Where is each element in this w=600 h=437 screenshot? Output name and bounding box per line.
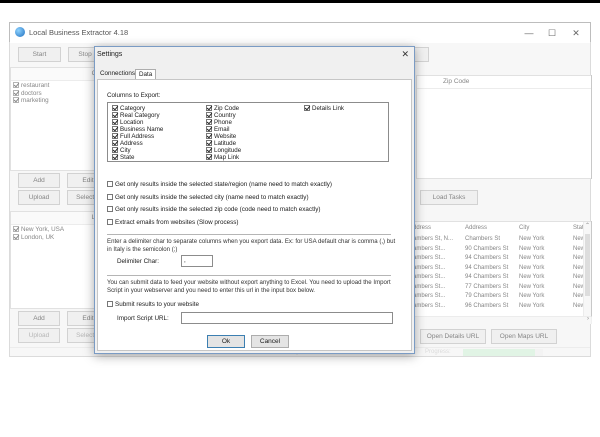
export-column-label: Address bbox=[120, 140, 143, 147]
import-script-url-input[interactable] bbox=[181, 312, 393, 324]
export-column-checkbox[interactable] bbox=[206, 133, 212, 140]
filter-option-label: Extract emails from websites (Slow proce… bbox=[115, 218, 239, 226]
submit-description: You can submit data to feed your website… bbox=[107, 279, 391, 294]
filter-option[interactable]: Get only results inside the selected cit… bbox=[107, 194, 309, 201]
export-column-label: Full Address bbox=[120, 133, 155, 140]
app-title: Local Business Extractor 4.18 bbox=[29, 28, 129, 37]
export-column-option[interactable]: Location bbox=[112, 119, 143, 126]
filter-option-checkbox[interactable] bbox=[107, 181, 113, 188]
export-column-option[interactable]: Business Name bbox=[112, 126, 163, 133]
export-column-checkbox[interactable] bbox=[112, 154, 118, 161]
export-column-option[interactable]: Zip Code bbox=[206, 105, 239, 112]
export-column-option[interactable]: Address bbox=[112, 140, 143, 147]
export-column-label: Zip Code bbox=[214, 105, 240, 112]
filter-option[interactable]: Extract emails from websites (Slow proce… bbox=[107, 219, 239, 226]
export-column-checkbox[interactable] bbox=[112, 140, 118, 147]
delimiter-label: Delimiter Char: bbox=[117, 258, 159, 265]
export-column-option[interactable]: Full Address bbox=[112, 133, 154, 140]
export-column-label: Category bbox=[120, 105, 146, 112]
export-column-checkbox[interactable] bbox=[206, 119, 212, 126]
export-column-checkbox[interactable] bbox=[112, 147, 118, 154]
export-column-label: Longitude bbox=[214, 147, 242, 154]
cancel-button[interactable]: Cancel bbox=[251, 335, 289, 348]
export-column-checkbox[interactable] bbox=[206, 112, 212, 119]
import-script-url-label: Import Script URL: bbox=[117, 315, 169, 322]
export-column-checkbox[interactable] bbox=[206, 140, 212, 147]
export-column-checkbox[interactable] bbox=[112, 126, 118, 133]
separator bbox=[107, 275, 391, 276]
app-globe-icon bbox=[15, 27, 25, 37]
export-column-checkbox[interactable] bbox=[112, 133, 118, 140]
settings-dialog: Settings ✕ Connections Data Columns to E… bbox=[94, 46, 415, 354]
dialog-close-icon[interactable]: ✕ bbox=[401, 49, 409, 60]
export-column-option[interactable]: Map Link bbox=[206, 154, 239, 161]
filter-option[interactable]: Get only results inside the selected zip… bbox=[107, 206, 320, 213]
columns-to-export-label: Columns to Export: bbox=[107, 92, 161, 99]
export-column-checkbox[interactable] bbox=[112, 112, 118, 119]
export-column-option[interactable]: Real Category bbox=[112, 112, 160, 119]
submit-results-option[interactable]: Submit results to your website bbox=[107, 301, 199, 308]
submit-results-checkbox[interactable] bbox=[107, 301, 113, 308]
export-column-option[interactable]: Details Link bbox=[304, 105, 344, 112]
export-column-checkbox[interactable] bbox=[206, 147, 212, 154]
export-column-label: Latitude bbox=[214, 140, 237, 147]
export-column-label: Location bbox=[120, 119, 144, 126]
export-column-checkbox[interactable] bbox=[206, 105, 212, 112]
export-column-option[interactable]: Website bbox=[206, 133, 236, 140]
export-column-label: Real Category bbox=[120, 112, 160, 119]
minimize-button[interactable]: — bbox=[518, 26, 540, 40]
export-column-checkbox[interactable] bbox=[112, 119, 118, 126]
filter-option[interactable]: Get only results inside the selected sta… bbox=[107, 181, 332, 188]
export-column-checkbox[interactable] bbox=[206, 154, 212, 161]
columns-to-export-list: Category Real Category Location Business Na… bbox=[107, 102, 389, 162]
delimiter-char-input[interactable]: , bbox=[181, 255, 213, 267]
filter-option-label: Get only results inside the selected zip… bbox=[115, 206, 321, 213]
maximize-button[interactable]: ☐ bbox=[541, 26, 563, 40]
filter-option-checkbox[interactable] bbox=[107, 218, 113, 225]
export-column-label: Website bbox=[214, 133, 237, 140]
filter-option-label: Get only results inside the selected sta… bbox=[115, 181, 333, 188]
export-column-checkbox[interactable] bbox=[112, 105, 118, 112]
export-column-label: Details Link bbox=[312, 105, 344, 112]
separator bbox=[107, 234, 391, 235]
export-column-option[interactable]: Longitude bbox=[206, 147, 241, 154]
export-column-label: City bbox=[120, 147, 131, 154]
delimiter-description: Enter a delimiter char to separate colum… bbox=[107, 238, 396, 253]
export-column-label: Map Link bbox=[214, 154, 240, 161]
export-column-label: Business Name bbox=[120, 126, 164, 133]
export-column-checkbox[interactable] bbox=[206, 126, 212, 133]
export-column-option[interactable]: Category bbox=[112, 105, 145, 112]
export-column-label: State bbox=[120, 154, 135, 161]
export-column-label: Country bbox=[214, 112, 236, 119]
close-button[interactable]: ✕ bbox=[565, 26, 587, 40]
export-column-label: Email bbox=[214, 126, 230, 133]
ok-button[interactable]: Ok bbox=[207, 335, 245, 348]
dialog-title: Settings bbox=[97, 51, 123, 58]
export-column-option[interactable]: Latitude bbox=[206, 140, 236, 147]
title-bar: Local Business Extractor 4.18 — ☐ ✕ bbox=[10, 23, 590, 43]
export-column-option[interactable]: State bbox=[112, 154, 134, 161]
filter-option-checkbox[interactable] bbox=[107, 206, 113, 213]
filter-option-label: Get only results inside the selected cit… bbox=[115, 193, 309, 201]
screen-top-bar bbox=[0, 0, 600, 21]
submit-results-label: Submit results to your website bbox=[115, 301, 199, 308]
filter-option-checkbox[interactable] bbox=[107, 193, 113, 200]
export-column-checkbox[interactable] bbox=[304, 105, 310, 112]
export-column-option[interactable]: Country bbox=[206, 112, 236, 119]
export-column-label: Phone bbox=[214, 119, 232, 126]
